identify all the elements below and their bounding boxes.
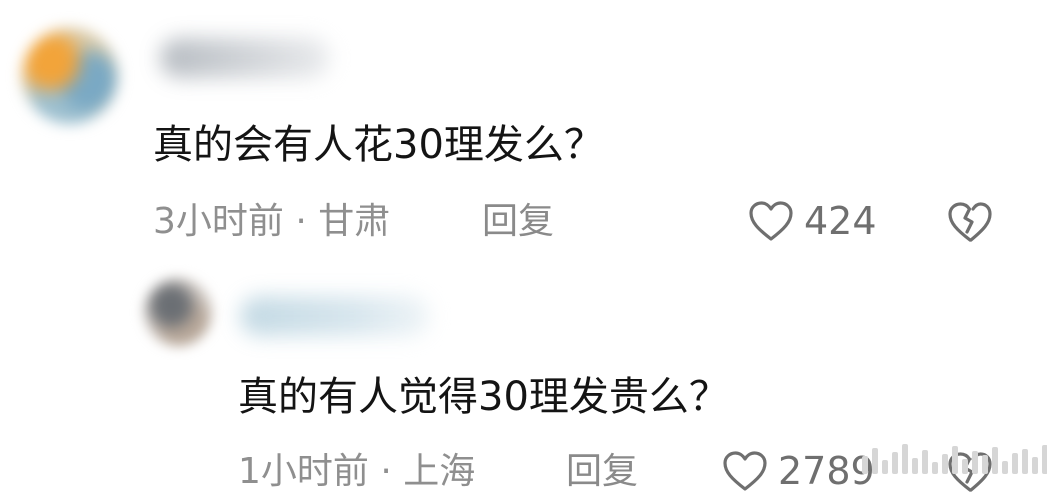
heart-outline-icon	[722, 450, 768, 492]
watermark-logo	[862, 444, 1047, 474]
dislike-button[interactable]	[946, 200, 994, 248]
comment-item: 真的会有人花30理发么？ 3小时前 · 甘肃 回复 424	[0, 0, 1047, 270]
broken-heart-icon	[946, 452, 994, 498]
like-count: 2789	[778, 449, 875, 493]
username-blurred[interactable]	[160, 38, 330, 78]
heart-outline-icon	[748, 200, 794, 242]
avatar[interactable]	[144, 278, 212, 346]
reply-button[interactable]: 回复	[566, 450, 638, 494]
avatar[interactable]	[22, 28, 118, 124]
like-count: 424	[804, 199, 877, 243]
like-button[interactable]: 424	[748, 198, 877, 244]
like-button[interactable]: 2789	[722, 448, 875, 494]
comment-text: 真的会有人花30理发么？	[153, 122, 604, 168]
comment-time-location: 3小时前 · 甘肃	[153, 201, 391, 242]
reply-button[interactable]: 回复	[482, 200, 554, 244]
broken-heart-icon	[946, 202, 994, 248]
username-blurred[interactable]	[240, 296, 430, 336]
comment-time-location: 1小时前 · 上海	[238, 451, 476, 492]
comment-text: 真的有人觉得30理发贵么？	[238, 374, 729, 420]
